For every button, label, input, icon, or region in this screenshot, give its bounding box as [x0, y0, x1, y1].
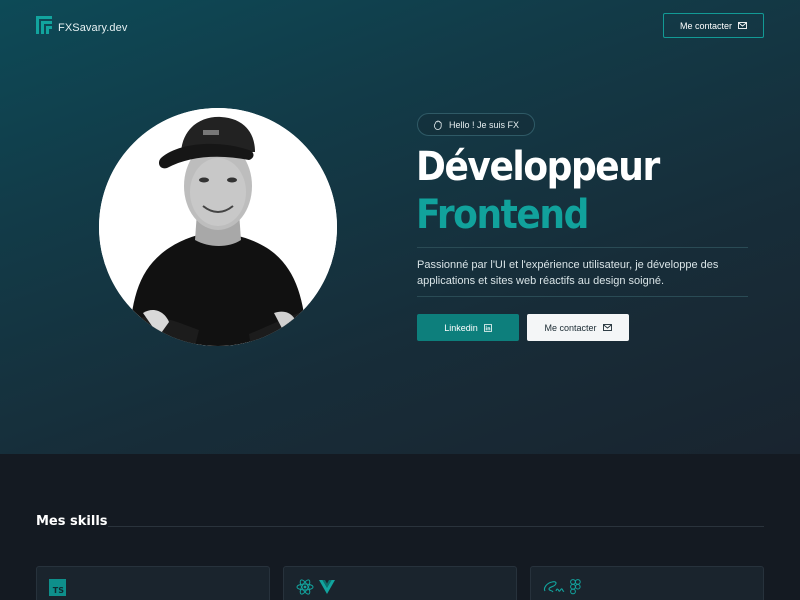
- hello-badge-text: Hello ! Je suis FX: [448, 119, 520, 130]
- hello-badge: Hello ! Je suis FX: [417, 113, 535, 136]
- figma-icon: [570, 579, 581, 595]
- hero-tagline: Passionné par l'UI et l'expérience utili…: [417, 259, 719, 287]
- logo-icon: [36, 16, 52, 39]
- linkedin-button[interactable]: Linkedin: [417, 314, 519, 341]
- hero-divider-bottom: [417, 296, 748, 297]
- skill-card-frameworks: [283, 566, 517, 600]
- profile-photo: [99, 108, 337, 346]
- header-contact-label: Me contacter: [679, 20, 733, 31]
- typescript-icon: TS: [49, 579, 66, 596]
- site-logo[interactable]: FXSavary.dev: [36, 16, 127, 39]
- linkedin-icon: [483, 323, 492, 332]
- hero-title-line1: Développeur: [416, 144, 660, 190]
- hero-divider-top: [417, 247, 748, 248]
- sass-icon: [543, 580, 565, 594]
- skill-card-design: [530, 566, 764, 600]
- vue-icon: [319, 580, 335, 594]
- skills-divider: [108, 526, 764, 527]
- header-contact-button[interactable]: Me contacter: [663, 13, 764, 38]
- logo-text: FXSavary.dev: [58, 21, 128, 34]
- skill-card-typescript: TS: [36, 566, 270, 600]
- react-icon: [296, 579, 314, 595]
- hero-contact-button[interactable]: Me contacter: [527, 314, 629, 341]
- waving-hand-icon: [433, 120, 443, 130]
- hero-title-line2: Frontend: [416, 192, 589, 238]
- site-header: FXSavary.dev Me contacter: [0, 0, 800, 50]
- mail-icon: [602, 324, 612, 331]
- linkedin-label: Linkedin: [444, 322, 478, 333]
- mail-icon: [738, 22, 747, 29]
- skills-title: Mes skills: [36, 514, 108, 529]
- hero-contact-label: Me contacter: [544, 322, 597, 333]
